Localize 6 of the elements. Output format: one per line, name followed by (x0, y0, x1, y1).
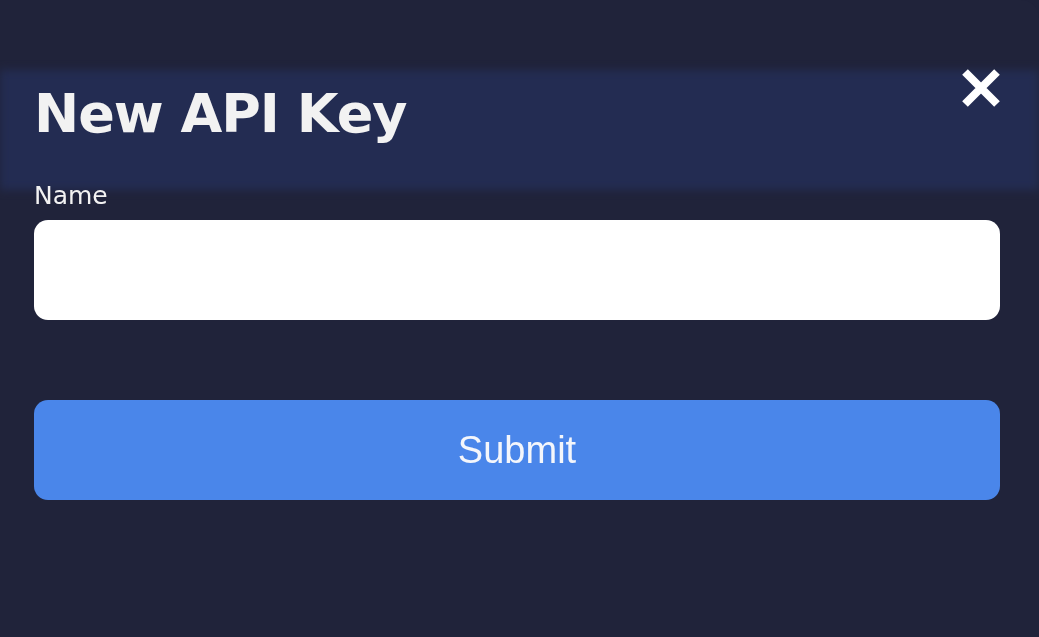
close-icon (961, 68, 1001, 108)
submit-button[interactable]: Submit (34, 400, 1000, 500)
close-button[interactable] (961, 68, 1001, 108)
dialog-title: New API Key (34, 82, 407, 145)
name-input-field[interactable] (34, 220, 1000, 320)
field-label: Name (34, 181, 109, 210)
